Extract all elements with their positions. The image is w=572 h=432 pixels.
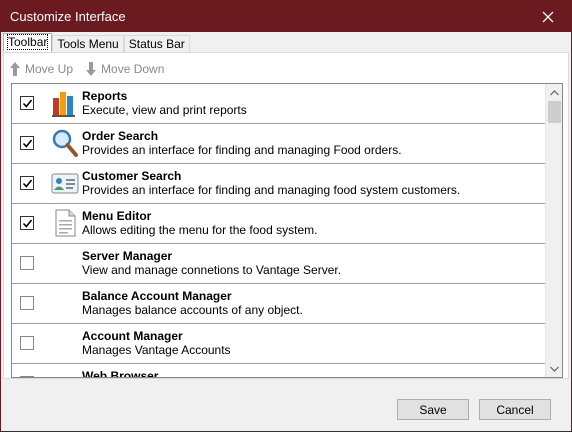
scroll-down-button[interactable] [546, 360, 562, 377]
list-item-menu-editor[interactable]: Menu Editor Allows editing the menu for … [12, 204, 546, 244]
tab-strip: Toolbar Tools Menu Status Bar [3, 33, 190, 53]
arrow-up-icon [10, 61, 20, 76]
magnifier-icon [52, 129, 78, 157]
title-bar[interactable]: Customize Interface [1, 1, 571, 32]
checkmark-icon [22, 219, 33, 228]
item-name: Reports [82, 89, 128, 103]
balance-account-manager-checkbox[interactable] [20, 296, 34, 310]
cancel-button[interactable]: Cancel [479, 399, 551, 420]
move-up-label: Move Up [25, 61, 74, 76]
scroll-thumb[interactable] [548, 101, 561, 123]
item-name: Menu Editor [82, 209, 152, 223]
account-manager-checkbox[interactable] [20, 336, 34, 350]
list-item-web-browser[interactable]: Web Browser [12, 364, 546, 377]
customer-search-checkbox[interactable] [20, 176, 34, 190]
list-item-reports[interactable]: Reports Execute, view and print reports [12, 84, 546, 124]
item-description: Allows editing the menu for the food sys… [82, 223, 318, 237]
menu-editor-checkbox[interactable] [20, 216, 34, 230]
item-name: Account Manager [82, 329, 183, 343]
close-button[interactable] [525, 1, 571, 32]
list-item-server-manager[interactable]: Server Manager View and manage connetion… [12, 244, 546, 284]
web-browser-checkbox[interactable] [20, 376, 34, 377]
tab-tools-menu[interactable]: Tools Menu [52, 35, 124, 52]
order-search-checkbox[interactable] [20, 136, 34, 150]
tab-tools-menu-label: Tools Menu [57, 37, 119, 51]
tab-status-bar[interactable]: Status Bar [123, 35, 190, 52]
move-up-button[interactable]: Move Up [9, 61, 73, 77]
server-manager-checkbox[interactable] [20, 256, 34, 270]
list-item-balance-account-manager[interactable]: Balance Account Manager Manages balance … [12, 284, 546, 324]
list-item-customer-search[interactable]: Customer Search Provides an interface fo… [12, 164, 546, 204]
item-description: Provides an interface for finding and ma… [82, 143, 402, 157]
list-content: Reports Execute, view and print reports … [12, 84, 546, 377]
arrow-down-icon [86, 61, 97, 76]
toolstrip: Move Up Move Down [5, 56, 567, 81]
move-down-label: Move Down [101, 61, 165, 76]
save-button[interactable]: Save [397, 399, 469, 420]
item-description: Execute, view and print reports [82, 103, 247, 117]
chevron-down-icon [550, 366, 559, 372]
item-name: Customer Search [82, 169, 182, 183]
customize-interface-dialog: Customize Interface Toolbar Tools Menu S… [0, 0, 572, 432]
tab-toolbar[interactable]: Toolbar [3, 33, 53, 52]
checkmark-icon [22, 139, 33, 148]
item-name: Server Manager [82, 249, 173, 263]
vertical-scrollbar[interactable] [545, 84, 562, 377]
checkmark-icon [22, 99, 33, 108]
checkmark-icon [22, 179, 33, 188]
list-item-order-search[interactable]: Order Search Provides an interface for f… [12, 124, 546, 164]
toolbar-items-list[interactable]: Reports Execute, view and print reports … [11, 83, 563, 378]
item-description: Manages Vantage Accounts [82, 343, 231, 357]
item-name: Order Search [82, 129, 159, 143]
list-item-account-manager[interactable]: Account Manager Manages Vantage Accounts [12, 324, 546, 364]
chevron-up-icon [550, 89, 559, 95]
document-icon [55, 209, 76, 237]
move-down-button[interactable]: Move Down [85, 61, 164, 77]
item-name: Web Browser [82, 369, 159, 377]
reports-chart-icon [52, 92, 75, 117]
item-name: Balance Account Manager [82, 289, 232, 303]
item-description: Manages balance accounts of any object. [82, 303, 303, 317]
close-icon [542, 11, 554, 22]
item-description: Provides an interface for finding and ma… [82, 183, 461, 197]
scroll-up-button[interactable] [546, 84, 562, 101]
tab-status-bar-label: Status Bar [128, 37, 185, 51]
tab-toolbar-label: Toolbar [6, 34, 49, 50]
reports-checkbox[interactable] [20, 96, 34, 110]
item-description: View and manage connetions to Vantage Se… [82, 263, 342, 277]
window-title: Customize Interface [10, 9, 126, 24]
customer-card-icon [51, 173, 79, 194]
